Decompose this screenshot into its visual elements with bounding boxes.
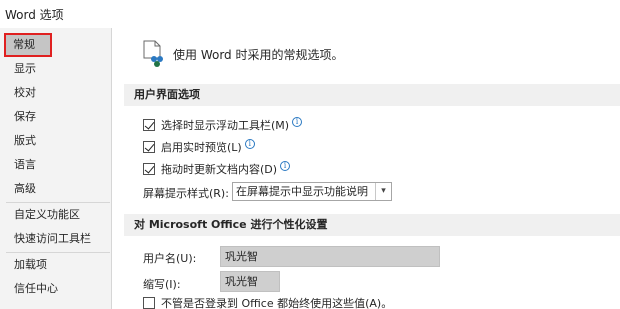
sidebar-item-add-ins[interactable]: 加载项 <box>6 254 110 276</box>
window-title: Word 选项 <box>5 8 64 22</box>
sidebar-item-display[interactable]: 显示 <box>6 58 110 80</box>
sidebar-item-trust-center[interactable]: 信任中心 <box>6 278 110 300</box>
info-icon[interactable]: i <box>292 117 303 127</box>
sidebar: 常规 显示 校对 保存 版式 语言 高级 自定义功能区 快速访问工具栏 加载项 … <box>0 28 112 309</box>
info-icon[interactable]: i <box>280 161 291 171</box>
sidebar-item-quick-access-toolbar[interactable]: 快速访问工具栏 <box>6 228 110 250</box>
sidebar-divider <box>6 202 110 203</box>
sidebar-item-general[interactable]: 常规 <box>4 33 52 57</box>
sidebar-item-save[interactable]: 保存 <box>6 106 110 128</box>
option-label: 拖动时更新文档内容(D) <box>161 163 278 176</box>
option-show-mini-toolbar[interactable]: 选择时显示浮动工具栏(M) i <box>143 117 303 135</box>
option-always-use-values[interactable]: 不管是否登录到 Office 都始终使用这些值(A)。 <box>143 295 392 309</box>
intro-description: 使用 Word 时采用的常规选项。 <box>173 48 344 62</box>
checkbox-update-while-dragging[interactable] <box>143 163 155 175</box>
username-label: 用户名(U): <box>143 252 197 265</box>
sidebar-item-layout[interactable]: 版式 <box>6 130 110 152</box>
sidebar-item-advanced[interactable]: 高级 <box>6 178 110 200</box>
section-header-ui-options: 用户界面选项 <box>124 84 620 106</box>
option-label: 启用实时预览(L) <box>161 141 242 154</box>
screentip-style-value: 在屏幕提示中显示功能说明 <box>236 185 368 198</box>
options-panel: 使用 Word 时采用的常规选项。 用户界面选项 选择时显示浮动工具栏(M) i … <box>113 28 620 309</box>
option-label: 不管是否登录到 Office 都始终使用这些值(A)。 <box>161 297 393 309</box>
checkbox-always-use-values[interactable] <box>143 297 155 309</box>
section-header-personalize: 对 Microsoft Office 进行个性化设置 <box>124 214 620 236</box>
chevron-down-icon[interactable]: ▾ <box>375 183 391 200</box>
username-field[interactable]: 巩光智 <box>220 246 440 267</box>
sidebar-item-language[interactable]: 语言 <box>6 154 110 176</box>
sidebar-item-customize-ribbon[interactable]: 自定义功能区 <box>6 204 110 226</box>
initials-field[interactable]: 巩光智 <box>220 271 280 292</box>
sidebar-divider <box>6 252 110 253</box>
title-bar: Word 选项 <box>0 0 620 26</box>
screentip-style-select[interactable]: 在屏幕提示中显示功能说明 ▾ <box>232 182 392 201</box>
initials-label: 缩写(I): <box>143 278 181 291</box>
checkbox-live-preview[interactable] <box>143 141 155 153</box>
option-live-preview[interactable]: 启用实时预览(L) i <box>143 139 255 157</box>
info-icon[interactable]: i <box>244 139 255 149</box>
sidebar-item-proofing[interactable]: 校对 <box>6 82 110 104</box>
option-label: 选择时显示浮动工具栏(M) <box>161 119 290 132</box>
screentip-style-label: 屏幕提示样式(R): <box>143 187 229 200</box>
checkbox-show-mini-toolbar[interactable] <box>143 119 155 131</box>
general-options-icon <box>143 40 163 67</box>
option-update-while-dragging[interactable]: 拖动时更新文档内容(D) i <box>143 161 291 179</box>
